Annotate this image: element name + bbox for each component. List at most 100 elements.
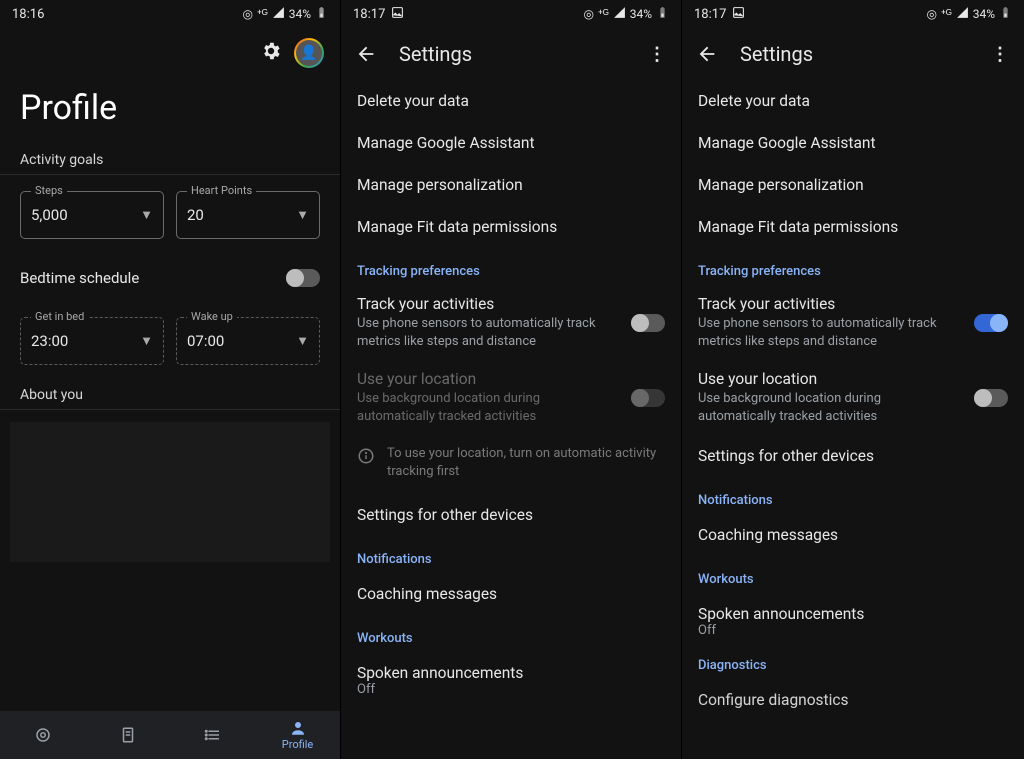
activity-goals-label: Activity goals (0, 146, 340, 174)
gear-icon[interactable] (260, 40, 282, 66)
manage-personalization[interactable]: Manage personalization (341, 164, 681, 206)
bedtime-label: Bedtime schedule (20, 269, 139, 287)
signal-icon (956, 6, 969, 22)
get-in-bed-field[interactable]: Get in bed 23:00 ▼ (20, 317, 164, 365)
signal-icon (272, 6, 285, 22)
bedtime-toggle[interactable] (286, 269, 320, 287)
overflow-menu-icon[interactable]: ⋮ (647, 44, 667, 65)
network-icon: ⁺ᴳ (941, 7, 952, 21)
use-location-sub: Use background location during automatic… (357, 390, 619, 425)
status-bar: 18:16 ◎ ⁺ᴳ 34% (0, 0, 340, 28)
heart-label: Heart Points (187, 184, 256, 197)
info-text: To use your location, turn on automatic … (387, 445, 665, 481)
tracking-preferences-header: Tracking preferences (682, 248, 1024, 285)
wakeup-value: 07:00 (187, 332, 296, 350)
clock: 18:17 (694, 7, 726, 22)
avatar[interactable]: 👤 (294, 38, 324, 68)
back-icon[interactable] (355, 43, 377, 65)
chevron-down-icon: ▼ (296, 207, 309, 223)
page-title: Profile (0, 74, 340, 146)
battery-icon (999, 6, 1012, 22)
chevron-down-icon: ▼ (296, 333, 309, 349)
manage-fit-permissions[interactable]: Manage Fit data permissions (341, 206, 681, 248)
tracking-preferences-header: Tracking preferences (341, 248, 681, 285)
nav-journal[interactable] (85, 726, 170, 744)
status-bar: 18:17 ◎ ⁺ᴳ 34% (682, 0, 1024, 28)
spoken-announcements[interactable]: Spoken announcements Off (682, 593, 1024, 642)
heart-points-field[interactable]: Heart Points 20 ▼ (176, 191, 320, 239)
about-you-label: About you (0, 381, 340, 409)
track-activities-sub: Use phone sensors to automatically track… (357, 315, 619, 350)
nav-profile-label: Profile (282, 738, 313, 751)
battery-text: 34% (630, 7, 652, 21)
workouts-header: Workouts (682, 556, 1024, 593)
track-activities-title: Track your activities (698, 295, 962, 313)
coaching-messages[interactable]: Coaching messages (341, 573, 681, 615)
spoken-announcements[interactable]: Spoken announcements Off (341, 652, 681, 701)
profile-screen: 18:16 ◎ ⁺ᴳ 34% 👤 Profile Activity goals … (0, 0, 341, 759)
workouts-header: Workouts (341, 615, 681, 652)
info-icon (357, 445, 375, 469)
clock: 18:17 (353, 7, 385, 22)
chevron-down-icon: ▼ (140, 207, 153, 223)
network-icon: ⁺ᴳ (598, 7, 609, 21)
settings-screen-a: 18:17 ◎ ⁺ᴳ 34% Settings ⋮ Delete your da… (341, 0, 682, 759)
heart-value: 20 (187, 206, 296, 224)
signal-icon (613, 6, 626, 22)
hotspot-icon: ◎ (583, 7, 593, 21)
spoken-title: Spoken announcements (357, 664, 665, 682)
configure-diagnostics[interactable]: Configure diagnostics (682, 679, 1024, 721)
hotspot-icon: ◎ (242, 7, 252, 21)
getinbed-label: Get in bed (31, 310, 88, 323)
manage-personalization[interactable]: Manage personalization (682, 164, 1024, 206)
use-location-title: Use your location (698, 370, 962, 388)
notifications-header: Notifications (341, 536, 681, 573)
nav-home[interactable] (0, 726, 85, 744)
steps-value: 5,000 (31, 206, 140, 224)
bottom-nav: Profile (0, 711, 340, 759)
manage-fit-permissions[interactable]: Manage Fit data permissions (682, 206, 1024, 248)
battery-text: 34% (973, 7, 995, 21)
nav-browse[interactable] (170, 726, 255, 744)
track-activities-toggle[interactable] (974, 314, 1008, 332)
settings-other-devices[interactable]: Settings for other devices (682, 435, 1024, 477)
settings-title: Settings (740, 42, 968, 66)
track-activities-sub: Use phone sensors to automatically track… (698, 315, 962, 350)
battery-text: 34% (289, 7, 311, 21)
wake-up-field[interactable]: Wake up 07:00 ▼ (176, 317, 320, 365)
chevron-down-icon: ▼ (140, 333, 153, 349)
network-icon: ⁺ᴳ (257, 7, 268, 21)
nav-profile[interactable]: Profile (255, 719, 340, 751)
use-location-toggle (631, 389, 665, 407)
use-location-title: Use your location (357, 370, 619, 388)
settings-title: Settings (399, 42, 625, 66)
spoken-title: Spoken announcements (698, 605, 1008, 623)
track-activities-toggle[interactable] (631, 314, 665, 332)
manage-assistant[interactable]: Manage Google Assistant (341, 122, 681, 164)
status-bar: 18:17 ◎ ⁺ᴳ 34% (341, 0, 681, 28)
delete-data[interactable]: Delete your data (341, 80, 681, 122)
back-icon[interactable] (696, 43, 718, 65)
about-you-card[interactable] (10, 422, 330, 562)
overflow-menu-icon[interactable]: ⋮ (990, 44, 1010, 65)
delete-data[interactable]: Delete your data (682, 80, 1024, 122)
divider (0, 409, 340, 410)
battery-icon (656, 6, 669, 22)
wakeup-label: Wake up (187, 310, 237, 323)
use-location-toggle[interactable] (974, 389, 1008, 407)
use-location-sub: Use background location during automatic… (698, 390, 962, 425)
spoken-sub: Off (698, 623, 1008, 638)
steps-label: Steps (31, 184, 67, 197)
steps-field[interactable]: Steps 5,000 ▼ (20, 191, 164, 239)
image-icon (732, 6, 745, 23)
notifications-header: Notifications (682, 477, 1024, 514)
settings-screen-b: 18:17 ◎ ⁺ᴳ 34% Settings ⋮ Delete your da… (682, 0, 1024, 759)
manage-assistant[interactable]: Manage Google Assistant (682, 122, 1024, 164)
track-activities-title: Track your activities (357, 295, 619, 313)
spoken-sub: Off (357, 682, 665, 697)
hotspot-icon: ◎ (926, 7, 936, 21)
settings-other-devices[interactable]: Settings for other devices (341, 494, 681, 536)
getinbed-value: 23:00 (31, 332, 140, 350)
diagnostics-header: Diagnostics (682, 642, 1024, 679)
coaching-messages[interactable]: Coaching messages (682, 514, 1024, 556)
